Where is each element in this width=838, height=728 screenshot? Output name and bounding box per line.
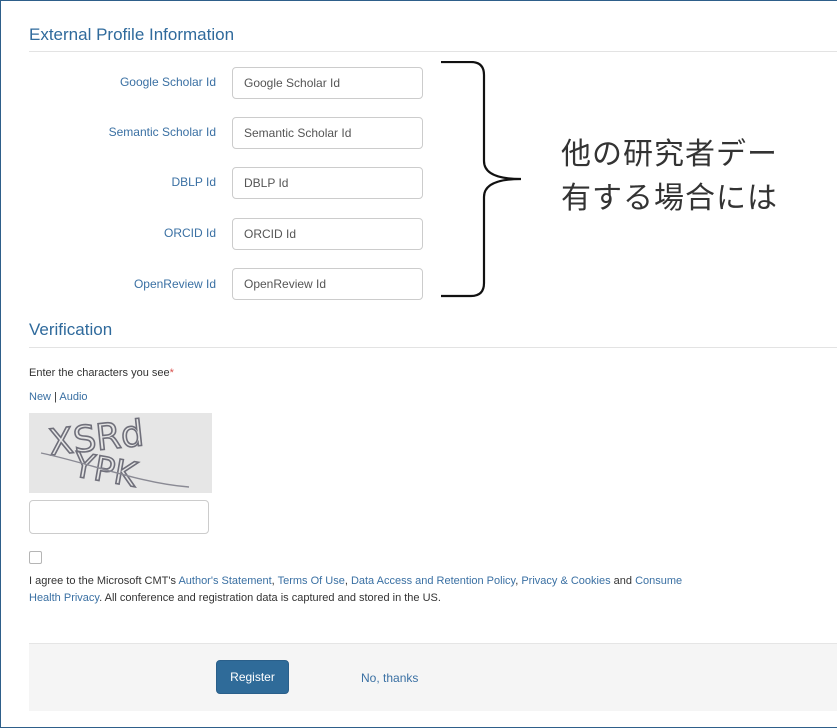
- required-marker: *: [169, 367, 174, 379]
- dblp-label: DBLP Id: [171, 175, 216, 189]
- new-captcha-link[interactable]: New: [29, 391, 51, 403]
- privacy-cookies-link[interactable]: Privacy & Cookies: [521, 575, 610, 587]
- verification-section-title: Verification: [29, 320, 113, 339]
- registration-panel: External Profile Information Google Scho…: [0, 0, 837, 728]
- curly-brace-annotation: [441, 61, 522, 298]
- google-scholar-label: Google Scholar Id: [119, 75, 216, 89]
- external-profile-section-title: External Profile Information: [29, 25, 235, 44]
- captcha-prompt: Enter the characters you see*: [29, 367, 174, 379]
- form-footer: Register No, thanks: [29, 643, 837, 711]
- captcha-controls: New | Audio: [29, 391, 88, 403]
- agreement-text: I agree to the Microsoft CMT's Author's …: [29, 573, 837, 607]
- openreview-label: OpenReview Id: [133, 277, 216, 291]
- orcid-label: ORCID Id: [163, 226, 216, 240]
- semantic-scholar-label: Semantic Scholar Id: [108, 125, 216, 139]
- openreview-input[interactable]: [232, 268, 423, 300]
- google-scholar-input[interactable]: [232, 67, 423, 99]
- agreement-suffix: . All conference and registration data i…: [99, 592, 441, 604]
- consumer-health-privacy-link-part1[interactable]: Consume: [635, 575, 682, 587]
- section-divider: [29, 51, 837, 52]
- orcid-input[interactable]: [232, 218, 423, 250]
- agreement-and: and: [610, 575, 636, 587]
- annotation-line-2: 有する場合には: [561, 181, 778, 216]
- dblp-input[interactable]: [232, 167, 423, 199]
- agree-checkbox[interactable]: [29, 551, 42, 564]
- agreement-prefix: I agree to the Microsoft CMT's: [29, 575, 179, 587]
- captcha-graphic: XSRd YPK: [40, 413, 190, 497]
- captcha-input[interactable]: [29, 500, 209, 534]
- terms-of-use-link[interactable]: Terms Of Use: [278, 575, 345, 587]
- semantic-scholar-input[interactable]: [232, 117, 423, 149]
- register-button[interactable]: Register: [216, 660, 289, 694]
- captcha-prompt-text: Enter the characters you see: [29, 367, 170, 379]
- section-divider: [29, 347, 837, 348]
- no-thanks-link[interactable]: No, thanks: [361, 671, 418, 685]
- captcha-image: XSRd YPK: [29, 413, 212, 497]
- annotation-line-1: 他の研究者デー: [561, 137, 778, 172]
- consumer-health-privacy-link-part2[interactable]: Health Privacy: [29, 592, 99, 604]
- data-access-policy-link[interactable]: Data Access and Retention Policy: [351, 575, 515, 587]
- authors-statement-link[interactable]: Author's Statement: [178, 575, 271, 587]
- audio-captcha-link[interactable]: Audio: [59, 391, 87, 403]
